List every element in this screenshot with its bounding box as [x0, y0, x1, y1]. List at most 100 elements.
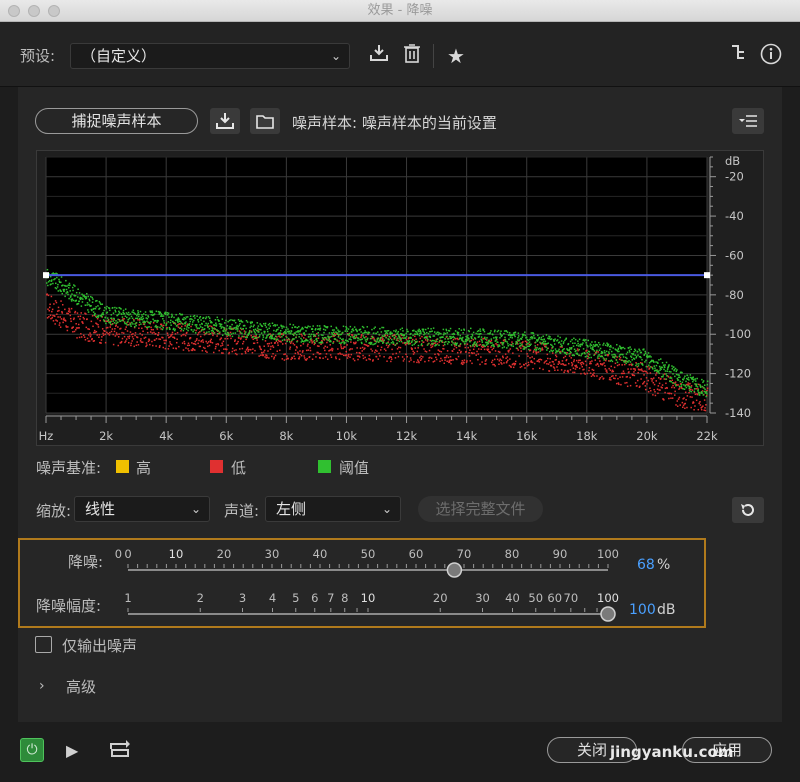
low-point	[207, 345, 209, 348]
threshold-point	[289, 341, 291, 343]
chevron-right-icon[interactable]: ›	[39, 678, 45, 694]
amount-slider[interactable]: 1 2 3 4 5 6 7 8 10 20 30 40 50 60 70 100	[108, 590, 628, 624]
reduction-value[interactable]: 68	[637, 557, 655, 573]
low-point	[511, 341, 513, 343]
threshold-point	[245, 319, 248, 322]
routing-icon[interactable]	[728, 43, 750, 69]
low-point	[274, 354, 277, 357]
low-point	[605, 369, 608, 372]
low-point	[671, 397, 674, 399]
low-point	[286, 355, 288, 357]
low-point	[139, 339, 142, 342]
low-point	[226, 348, 228, 351]
threshold-point	[303, 333, 306, 336]
threshold-point	[134, 313, 137, 315]
threshold-point	[577, 340, 579, 342]
threshold-point	[569, 340, 572, 343]
play-icon[interactable]: ▶	[66, 741, 78, 760]
info-icon[interactable]	[758, 43, 784, 73]
threshold-point	[146, 317, 149, 320]
threshold-point	[247, 334, 250, 336]
low-point	[696, 393, 699, 396]
low-point	[153, 331, 155, 334]
power-icon[interactable]: ⏻	[20, 738, 44, 762]
channel-dropdown[interactable]: 左侧 ⌄	[265, 496, 401, 522]
threshold-point	[300, 328, 303, 330]
threshold-handle-left[interactable]	[43, 272, 49, 279]
close-window-icon[interactable]	[8, 5, 20, 17]
threshold-point	[661, 361, 664, 364]
threshold-point	[151, 310, 153, 312]
low-point	[629, 384, 632, 387]
download-icon[interactable]	[366, 43, 392, 71]
threshold-point	[51, 279, 53, 281]
reduction-slider[interactable]: 0 0 10 20 30 40 50 60 70 80 90 100	[108, 546, 628, 580]
threshold-point	[236, 330, 239, 332]
threshold-point	[293, 338, 295, 340]
chevron-down-icon: ⌄	[190, 502, 201, 516]
low-point	[423, 348, 425, 350]
low-point	[473, 345, 476, 348]
low-point	[124, 341, 126, 344]
low-point	[599, 377, 602, 379]
threshold-point	[488, 339, 490, 342]
threshold-point	[397, 337, 399, 340]
threshold-point	[577, 345, 580, 347]
panel-menu-icon[interactable]	[732, 108, 764, 134]
threshold-point	[444, 343, 446, 346]
low-point	[615, 374, 617, 377]
minimize-window-icon[interactable]	[28, 5, 40, 17]
output-noise-only-checkbox[interactable]	[35, 636, 52, 653]
low-point	[263, 349, 266, 352]
loop-icon[interactable]	[110, 740, 132, 762]
low-point	[75, 328, 77, 331]
low-point	[653, 389, 655, 391]
threshold-point	[592, 344, 595, 346]
reset-icon[interactable]	[732, 497, 764, 523]
preset-dropdown[interactable]: （自定义） ⌄	[70, 43, 350, 69]
threshold-point	[65, 279, 67, 282]
threshold-point	[381, 326, 383, 329]
threshold-point	[255, 329, 258, 332]
threshold-point	[171, 313, 173, 316]
low-point	[475, 354, 477, 356]
low-point	[247, 346, 249, 349]
zoom-window-icon[interactable]	[48, 5, 60, 17]
low-point	[182, 349, 185, 351]
slider-thumb[interactable]	[446, 562, 463, 578]
select-entire-file-button[interactable]: 选择完整文件	[418, 496, 543, 522]
low-point	[463, 359, 466, 361]
low-point	[692, 401, 695, 404]
advanced-section-toggle[interactable]: 高级	[66, 676, 96, 697]
low-point	[230, 337, 232, 340]
slider-thumb[interactable]	[600, 606, 616, 622]
threshold-point	[327, 339, 330, 341]
threshold-point	[292, 324, 295, 326]
low-point	[604, 365, 606, 367]
noise-plot-svg[interactable]: dB-20-40-60-80-100-120-140Hz 2k 4k 6k 8k 10k 1…	[37, 151, 765, 447]
threshold-point	[241, 332, 243, 335]
noise-print-graph[interactable]: dB -20 -40 -60 -80 -100 -120 -140 Hz 2k 4k 6k 8k 10k 1…	[36, 150, 764, 446]
threshold-handle-right[interactable]	[704, 272, 710, 279]
threshold-point	[332, 342, 334, 344]
threshold-point	[657, 362, 659, 365]
threshold-point	[445, 329, 448, 332]
download-icon[interactable]	[210, 108, 240, 134]
threshold-point	[60, 276, 63, 278]
threshold-point	[546, 347, 549, 350]
folder-icon[interactable]	[250, 108, 280, 134]
trash-icon[interactable]	[399, 43, 425, 71]
low-point	[414, 347, 416, 349]
low-point	[481, 361, 483, 363]
low-point	[281, 358, 284, 360]
low-point	[244, 352, 247, 354]
low-point	[104, 333, 106, 336]
capture-noise-print-button[interactable]: 捕捉噪声样本	[35, 108, 198, 134]
threshold-point	[347, 340, 349, 343]
low-point	[169, 341, 171, 343]
amount-value[interactable]: 100	[629, 602, 656, 618]
threshold-point	[286, 336, 288, 339]
threshold-point	[413, 329, 415, 332]
star-icon[interactable]: ★	[443, 43, 469, 69]
scale-dropdown[interactable]: 线性 ⌄	[74, 496, 210, 522]
